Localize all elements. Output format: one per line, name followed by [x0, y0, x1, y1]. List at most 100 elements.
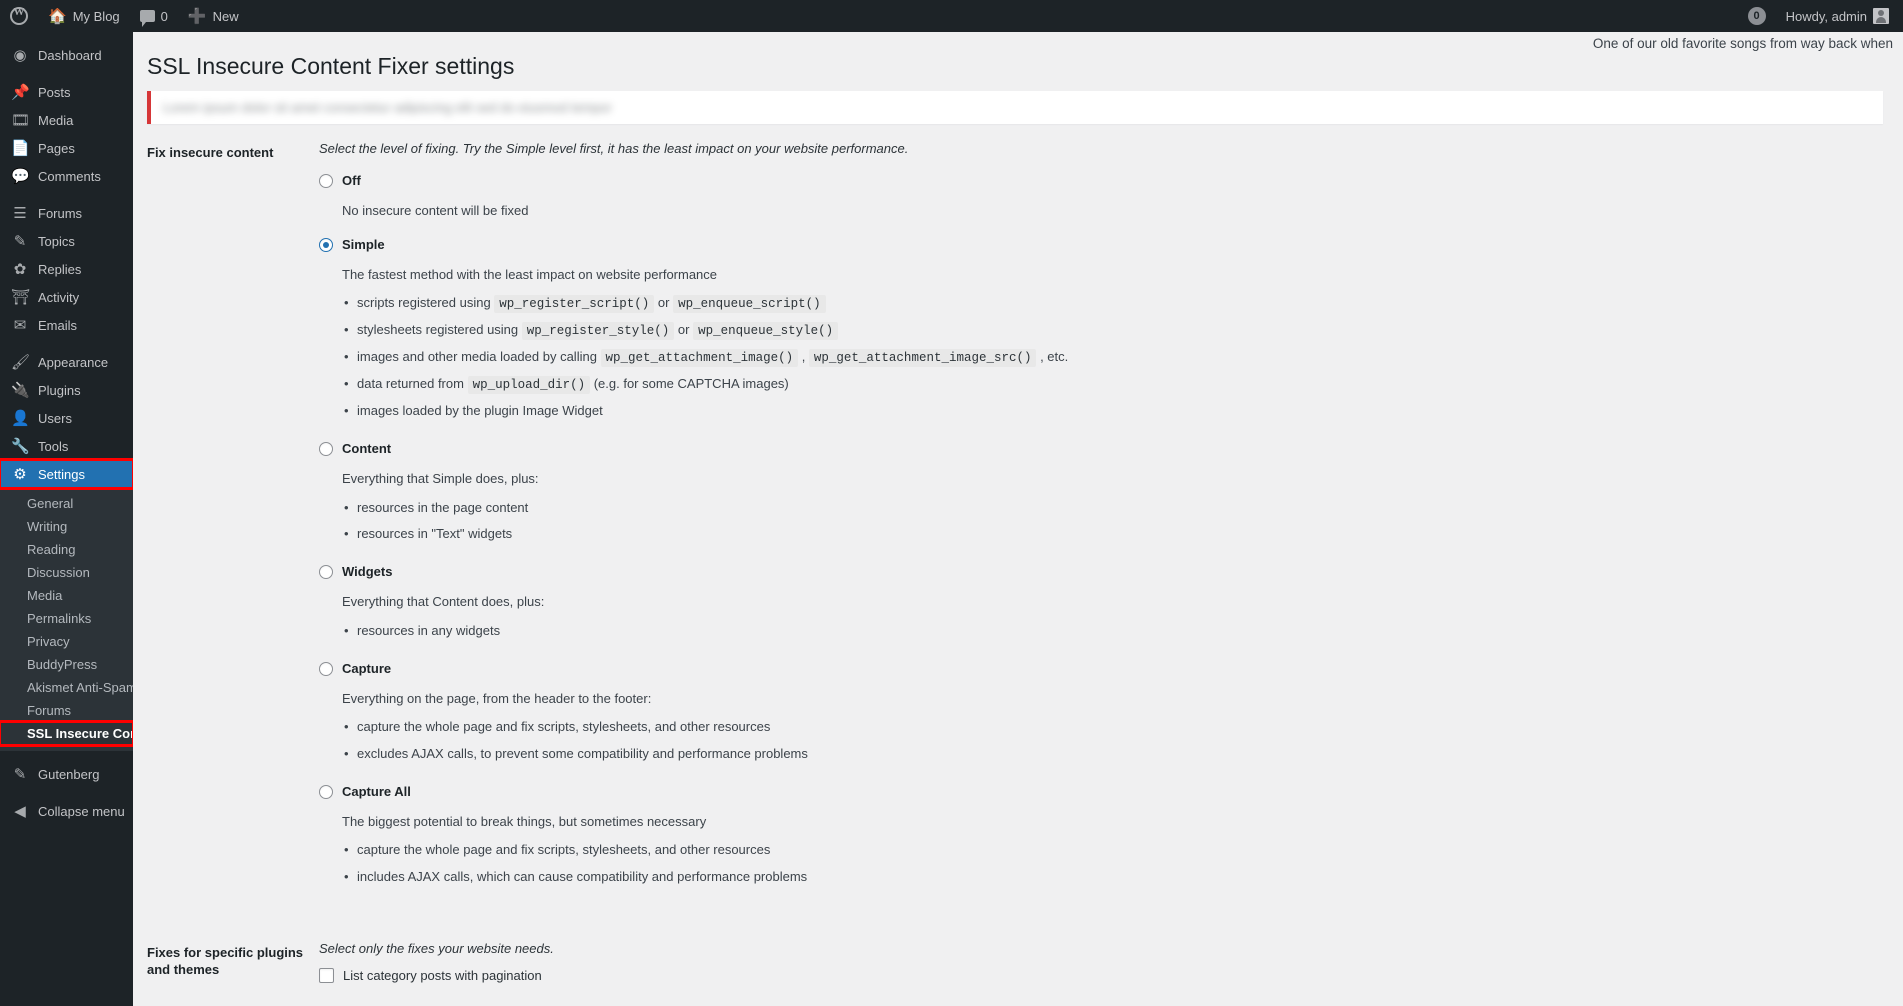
- plugin-fixes-label: Fixes for specific plugins and themes: [133, 924, 319, 999]
- admin-notice-text: Lorem ipsum dolor sit amet consectetur a…: [163, 100, 612, 115]
- list-item: resources in the page content: [357, 495, 1893, 522]
- sidebar-item-plugins[interactable]: 🔌Plugins: [0, 376, 133, 404]
- list-item: includes AJAX calls, which can cause com…: [357, 864, 1893, 891]
- menu-footer-group: ✎Gutenberg ◀ Collapse menu: [0, 760, 133, 825]
- fix-level-radio-label-off[interactable]: Off: [319, 170, 1893, 192]
- fix-level-radio-label-simple[interactable]: Simple: [319, 234, 1893, 256]
- replies-icon: ✿: [11, 262, 29, 277]
- row-plugin-fixes: Fixes for specific plugins and themes Se…: [133, 924, 1903, 1004]
- sidebar-item-label: Gutenberg: [38, 767, 99, 782]
- sidebar-item-tools[interactable]: 🔧Tools: [0, 432, 133, 460]
- sidebar-item-label: Pages: [38, 141, 75, 156]
- fix-insecure-content-label: Fix insecure content: [133, 124, 319, 182]
- sidebar-item-posts[interactable]: 📌Posts: [0, 78, 133, 106]
- submenu-item-writing[interactable]: Writing: [0, 515, 133, 538]
- fix-level-label-text: Capture All: [342, 781, 411, 803]
- fix-level-bullets-content: resources in the page contentresources i…: [357, 495, 1893, 549]
- sidebar-item-label: Activity: [38, 290, 79, 305]
- main-content-area: One of our old favorite songs from way b…: [133, 32, 1903, 1006]
- fix-level-bullets-widgets: resources in any widgets: [357, 618, 1893, 645]
- submenu-item-general[interactable]: General: [0, 492, 133, 515]
- menu-group-gap: [0, 788, 133, 797]
- submenu-item-forums[interactable]: Forums: [0, 699, 133, 722]
- plugin-fixes-hint: Select only the fixes your website needs…: [319, 939, 1893, 959]
- plugin-fixes-checkbox-group: List category posts with pagination: [319, 968, 1893, 983]
- submenu-item-ssl-insecure-content[interactable]: SSL Insecure Content: [0, 722, 133, 745]
- inline-code: wp_enqueue_script(): [673, 295, 826, 313]
- sidebar-item-label: Tools: [38, 439, 68, 454]
- fix-level-radio-label-widgets[interactable]: Widgets: [319, 561, 1893, 583]
- sidebar-item-media[interactable]: 🎞Media: [0, 106, 133, 134]
- sidebar-item-replies[interactable]: ✿Replies: [0, 255, 133, 283]
- submenu-item-permalinks[interactable]: Permalinks: [0, 607, 133, 630]
- sidebar-item-dashboard[interactable]: ◉Dashboard: [0, 41, 133, 69]
- sidebar-item-pages[interactable]: 📄Pages: [0, 134, 133, 162]
- fix-level-radio-label-capture-all[interactable]: Capture All: [319, 781, 1893, 803]
- radio-widgets[interactable]: [319, 565, 333, 579]
- sidebar-item-activity[interactable]: ⛩Activity: [0, 283, 133, 311]
- fix-level-description-off: No insecure content will be fixed: [342, 201, 1893, 221]
- fix-level-description-simple: The fastest method with the least impact…: [342, 265, 1893, 285]
- admin-bar: 🏠 My Blog 0 ➕ New 0 Howdy, admin: [0, 0, 1903, 32]
- new-content-menu[interactable]: ➕ New: [178, 0, 249, 32]
- inline-code: wp_get_attachment_image(): [601, 349, 799, 367]
- submenu-item-discussion[interactable]: Discussion: [0, 561, 133, 584]
- plugin-fix-checkbox-row-list-category-posts-with-pagination[interactable]: List category posts with pagination: [319, 968, 1893, 983]
- settings-icon: ⚙: [11, 467, 29, 482]
- sidebar-item-collapse-menu[interactable]: ◀ Collapse menu: [0, 797, 133, 825]
- menu-group-gap: [0, 339, 133, 348]
- submenu-item-akismet-anti-spam[interactable]: Akismet Anti-Spam: [0, 676, 133, 699]
- above-page-note: One of our old favorite songs from way b…: [1593, 32, 1893, 51]
- sidebar-item-appearance[interactable]: 🖌Appearance: [0, 348, 133, 376]
- admin-notice-redacted: Lorem ipsum dolor sit amet consectetur a…: [163, 100, 612, 115]
- collapse-icon: ◀: [11, 804, 29, 819]
- sidebar-item-label: Dashboard: [38, 48, 102, 63]
- sidebar-item-topics[interactable]: ✎Topics: [0, 227, 133, 255]
- sidebar-item-label: Collapse menu: [38, 804, 125, 819]
- fix-level-radio-group: Off No insecure content will be fixed Simp…: [319, 170, 1893, 890]
- wp-logo-menu[interactable]: [0, 0, 38, 32]
- fix-level-radio-label-content[interactable]: Content: [319, 438, 1893, 460]
- sidebar-item-label: Emails: [38, 318, 77, 333]
- fix-level-bullets-capture-all: capture the whole page and fix scripts, …: [357, 837, 1893, 891]
- site-name-menu[interactable]: 🏠 My Blog: [38, 0, 130, 32]
- my-account-menu[interactable]: Howdy, admin: [1776, 0, 1903, 32]
- inline-code: wp_register_script(): [494, 295, 654, 313]
- fix-level-radio-label-capture[interactable]: Capture: [319, 658, 1893, 680]
- submenu-item-reading[interactable]: Reading: [0, 538, 133, 561]
- submenu-item-buddypress[interactable]: BuddyPress: [0, 653, 133, 676]
- updates-menu[interactable]: 0: [1738, 0, 1776, 32]
- fix-level-label-text: Simple: [342, 234, 385, 256]
- sidebar-item-gutenberg[interactable]: ✎Gutenberg: [0, 760, 133, 788]
- settings-form-table: Fix insecure content Select the level of…: [133, 124, 1903, 1003]
- checkbox-list-category-posts-with-pagination[interactable]: [319, 968, 334, 983]
- submenu-item-media[interactable]: Media: [0, 584, 133, 607]
- sidebar-item-emails[interactable]: ✉Emails: [0, 311, 133, 339]
- radio-capture[interactable]: [319, 662, 333, 676]
- fix-level-label-text: Capture: [342, 658, 391, 680]
- sidebar-item-forums[interactable]: ☰Forums: [0, 199, 133, 227]
- menu-main-group: ◉Dashboard 📌Posts🎞Media📄Pages💬Comments ☰Fo…: [0, 41, 133, 488]
- site-name-label: My Blog: [73, 9, 120, 24]
- submenu-item-privacy[interactable]: Privacy: [0, 630, 133, 653]
- comments-count-label: 0: [161, 9, 168, 24]
- fix-level-description-content: Everything that Simple does, plus:: [342, 469, 1893, 489]
- radio-off[interactable]: [319, 174, 333, 188]
- howdy-label: Howdy, admin: [1786, 9, 1867, 24]
- fix-level-label-text: Off: [342, 170, 361, 192]
- menu-top-gap: [0, 32, 133, 41]
- media-icon: 🎞: [11, 113, 29, 128]
- radio-content[interactable]: [319, 442, 333, 456]
- plugins-icon: 🔌: [11, 383, 29, 398]
- fix-level-label-text: Content: [342, 438, 391, 460]
- sidebar-item-settings[interactable]: ⚙Settings: [0, 460, 133, 488]
- radio-capture-all[interactable]: [319, 785, 333, 799]
- sidebar-item-users[interactable]: 👤Users: [0, 404, 133, 432]
- comments-menu[interactable]: 0: [130, 0, 178, 32]
- avatar: [1873, 8, 1889, 24]
- sidebar-item-comments[interactable]: 💬Comments: [0, 162, 133, 190]
- radio-simple[interactable]: [319, 238, 333, 252]
- sidebar-item-label: Comments: [38, 169, 101, 184]
- fix-level-description-capture: Everything on the page, from the header …: [342, 689, 1893, 709]
- plus-icon: ➕: [188, 9, 207, 24]
